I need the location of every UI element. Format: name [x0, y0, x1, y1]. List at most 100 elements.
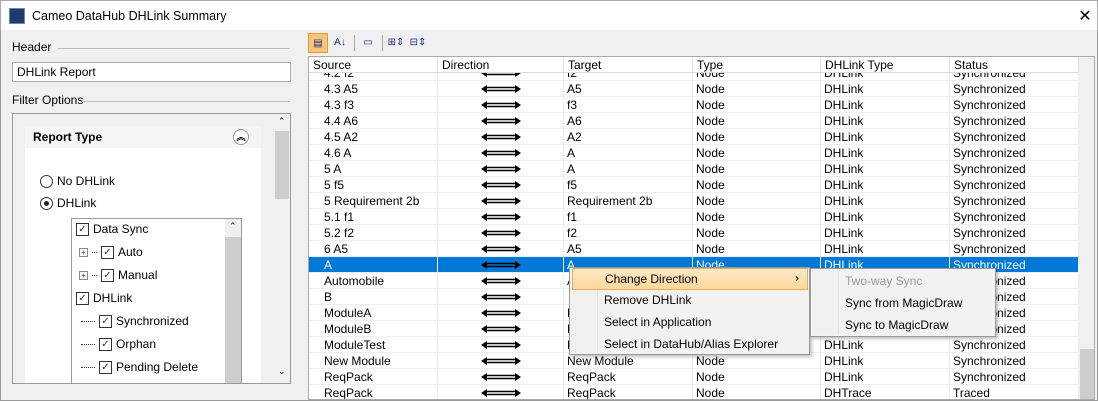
expand-icon[interactable]: +	[79, 270, 88, 280]
report-type-radio[interactable]: DHLink	[40, 196, 96, 210]
header-label: Header	[12, 40, 52, 54]
two-way-arrow-icon	[481, 261, 521, 269]
tree-item-label: Data Sync	[93, 222, 149, 236]
cell-source: Automobile	[309, 273, 438, 289]
column-header-dhlink-type[interactable]: DHLink Type	[821, 57, 950, 73]
cell-status: Synchronized	[950, 225, 1079, 241]
menu-item-select-in-explorer[interactable]: Select in DataHub/Alias Explorer	[572, 334, 778, 356]
report-type-radio[interactable]: No DHLink	[40, 174, 115, 188]
collapse-all-icon[interactable]: ⊟⇕	[408, 33, 428, 53]
checkbox[interactable]: ✓	[101, 245, 114, 259]
expand-icon[interactable]: +	[79, 247, 88, 257]
cell-status: Synchronized	[950, 337, 1079, 353]
toolbar: ▤ A↓ ▭ ⊞⇕ ⊟⇕	[308, 30, 1098, 56]
cell-source: 5 f5	[309, 177, 438, 193]
two-way-arrow-icon	[481, 197, 521, 205]
cell-type: Node	[693, 225, 821, 241]
checkbox[interactable]: ✓	[99, 360, 112, 374]
cell-status: Synchronized	[950, 369, 1079, 385]
scroll-thumb[interactable]	[225, 237, 241, 383]
cell-source: 5.2 f2	[309, 225, 438, 241]
table-row[interactable]: 5 f5 f5 Node DHLink Synchronized	[309, 177, 1079, 193]
scroll-up-icon[interactable]: ⌃	[229, 221, 237, 232]
expand-all-icon[interactable]: ⊞⇕	[386, 33, 406, 53]
table-scrollbar[interactable]	[1079, 57, 1094, 399]
menu-item-change-direction[interactable]: Change Direction ›	[572, 268, 808, 290]
checkbox[interactable]: ✓	[99, 337, 112, 351]
scroll-thumb[interactable]	[1080, 349, 1094, 399]
menu-item-sync-to-magicdraw[interactable]: Sync to MagicDraw	[813, 315, 948, 337]
cell-status: Synchronized	[950, 209, 1079, 225]
table-row[interactable]: 4.3 A5 A5 Node DHLink Synchronized	[309, 81, 1079, 97]
table-row[interactable]: 4.3 f3 f3 Node DHLink Synchronized	[309, 97, 1079, 113]
radio-button[interactable]	[40, 174, 53, 188]
cell-target: ReqPack	[564, 385, 693, 399]
cell-type: Node	[693, 97, 821, 113]
column-header-direction[interactable]: Direction	[438, 57, 564, 73]
table-row[interactable]: 5 Requirement 2b Requirement 2b Node DHLink…	[309, 193, 1079, 209]
tree-scrollbar[interactable]: ⌃	[225, 219, 241, 383]
cell-dhlink-type: DHLink	[821, 81, 950, 97]
checkbox[interactable]: ✓	[76, 222, 89, 236]
tree-connector	[81, 366, 95, 368]
scroll-thumb[interactable]	[275, 131, 289, 199]
table-row[interactable]: 4.4 A6 A6 Node DHLink Synchronized	[309, 113, 1079, 129]
tree-item[interactable]: ✓ Pending Update	[79, 380, 202, 385]
table-row[interactable]: 4.2 f2 f2 Node DHLink Synchronized	[309, 73, 1079, 81]
table-row[interactable]: 5 A A Node DHLink Synchronized	[309, 161, 1079, 177]
cell-source: 5 A	[309, 161, 438, 177]
table-row[interactable]: 4.6 A A Node DHLink Synchronized	[309, 145, 1079, 161]
cell-type: Node	[693, 177, 821, 193]
column-header-source[interactable]: Source	[309, 57, 438, 73]
checkbox[interactable]: ✓	[99, 314, 112, 328]
menu-item-sync-from-magicdraw[interactable]: Sync from MagicDraw	[813, 293, 962, 315]
group-view-icon[interactable]: ▤	[308, 33, 328, 53]
tree-item[interactable]: ✓ Orphan	[79, 334, 156, 354]
menu-item-remove-dhlink[interactable]: Remove DHLink	[572, 290, 691, 312]
collapse-icon[interactable]: ︽	[233, 129, 249, 145]
tree-item[interactable]: + ✓ Auto	[79, 242, 143, 262]
cell-direction	[438, 81, 564, 97]
separator	[382, 35, 383, 51]
table-row[interactable]: 4.5 A2 A2 Node DHLink Synchronized	[309, 129, 1079, 145]
tree-item[interactable]: ✓ Data Sync	[76, 219, 148, 239]
cell-type: Node	[693, 369, 821, 385]
table-row[interactable]: 6 A5 A5 Node DHLink Synchronized	[309, 241, 1079, 257]
table-row[interactable]: 5.2 f2 f2 Node DHLink Synchronized	[309, 225, 1079, 241]
cell-dhlink-type: DHLink	[821, 225, 950, 241]
header-input[interactable]: DHLink Report	[12, 62, 291, 82]
scroll-up-icon[interactable]: ⌃	[278, 116, 286, 127]
radio-button[interactable]	[40, 196, 53, 210]
cell-dhlink-type: DHLink	[821, 337, 950, 353]
cell-type: Node	[693, 73, 821, 81]
close-icon[interactable]: ✕	[1075, 6, 1095, 26]
report-type-title: Report Type	[33, 130, 103, 144]
checkbox[interactable]: ✓	[99, 384, 112, 385]
cell-dhlink-type: DHLink	[821, 353, 950, 369]
column-header-type[interactable]: Type	[693, 57, 821, 73]
filter-scrollbar[interactable]: ⌃ ⌄	[274, 114, 290, 383]
cell-target: f5	[564, 177, 693, 193]
tree-item[interactable]: ✓ Pending Delete	[79, 357, 198, 377]
two-way-arrow-icon	[481, 133, 521, 141]
scroll-down-icon[interactable]: ⌄	[278, 366, 286, 377]
checkbox[interactable]: ✓	[76, 291, 89, 305]
properties-icon[interactable]: ▭	[358, 33, 378, 53]
sort-alphabetical-icon[interactable]: A↓	[330, 33, 350, 53]
report-type-panel: Report Type ︽ No DHLink DHLink ✓ Data Sync…	[25, 126, 261, 385]
tree-item[interactable]: ✓ DHLink	[76, 288, 132, 308]
table-row[interactable]: ReqPack ReqPack Node DHTrace Traced	[309, 385, 1079, 399]
checkbox[interactable]: ✓	[101, 268, 114, 282]
column-header-status[interactable]: Status	[950, 57, 1079, 73]
cell-source: ReqPack	[309, 385, 438, 399]
cell-target: ReqPack	[564, 369, 693, 385]
menu-item-select-in-application[interactable]: Select in Application	[572, 312, 711, 334]
tree-item[interactable]: ✓ Synchronized	[79, 311, 189, 331]
cell-type: Node	[693, 193, 821, 209]
table-row[interactable]: 5.1 f1 f1 Node DHLink Synchronized	[309, 209, 1079, 225]
table-row[interactable]: ReqPack ReqPack Node DHLink Synchronized	[309, 369, 1079, 385]
column-header-target[interactable]: Target	[564, 57, 693, 73]
cell-target: Requirement 2b	[564, 193, 693, 209]
two-way-arrow-icon	[481, 357, 521, 365]
tree-item[interactable]: + ✓ Manual	[79, 265, 157, 285]
